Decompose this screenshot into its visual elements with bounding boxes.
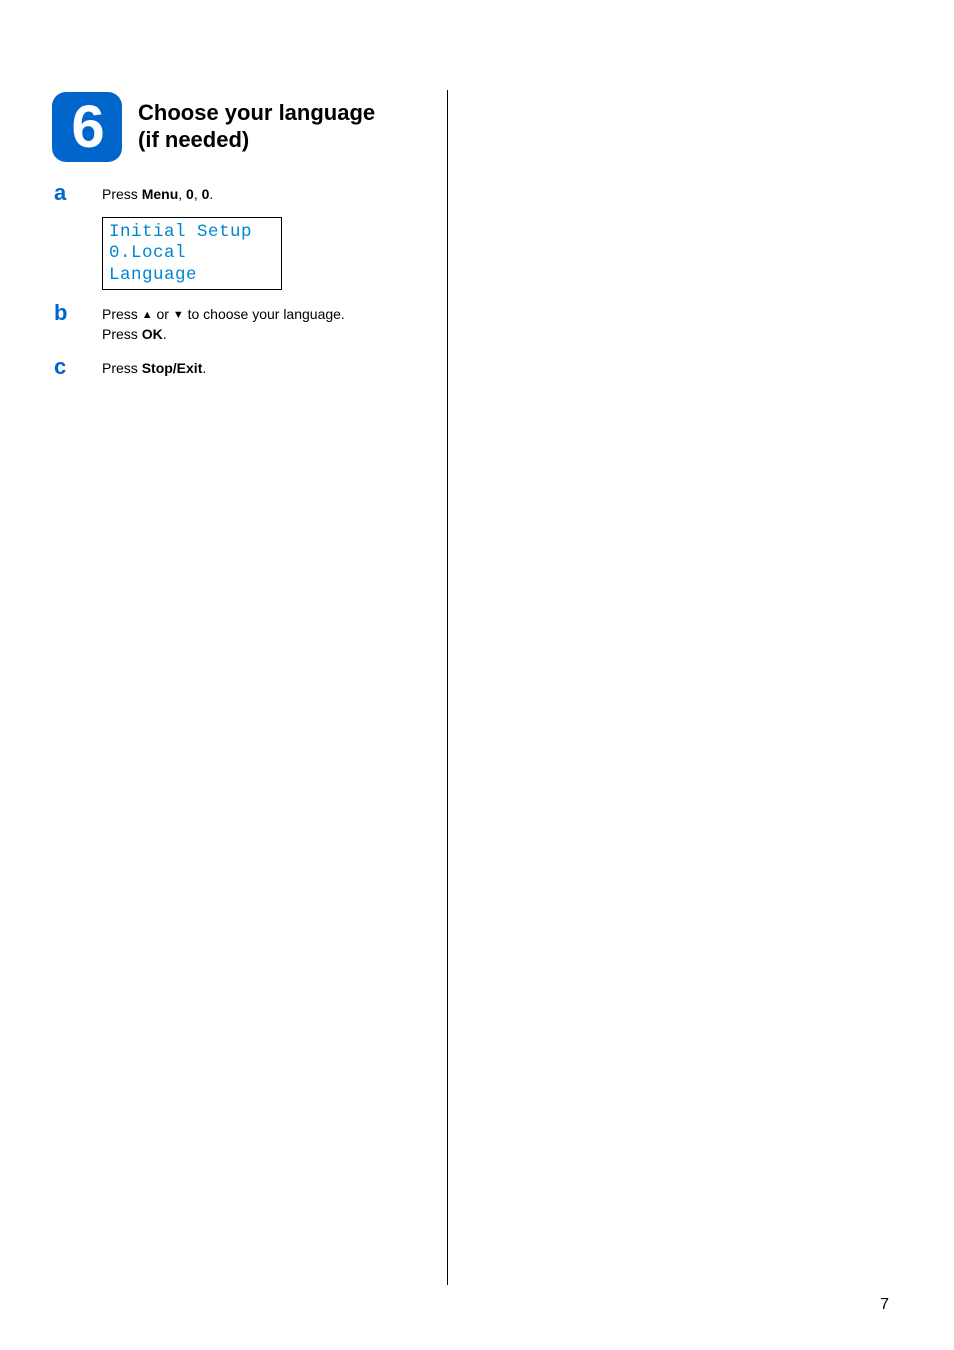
lcd-display: Initial Setup 0.Local Language bbox=[102, 217, 282, 291]
right-column bbox=[447, 90, 842, 1285]
down-arrow-icon: ▼ bbox=[173, 309, 184, 321]
text-stopexit: Stop/Exit bbox=[142, 360, 203, 376]
page-number: 7 bbox=[880, 1296, 889, 1314]
lcd-line1: Initial Setup bbox=[109, 222, 275, 244]
text-press-b2: Press bbox=[102, 326, 142, 342]
substep-a: a Press Menu, 0, 0. bbox=[52, 182, 429, 205]
text-comma2: , bbox=[194, 186, 202, 202]
text-press-a: Press bbox=[102, 186, 142, 202]
text-zero1: 0 bbox=[186, 186, 194, 202]
text-period-b: . bbox=[163, 326, 167, 342]
text-ok: OK bbox=[142, 326, 163, 342]
substep-letter-b: b bbox=[52, 302, 102, 324]
step-title-line1: Choose your language bbox=[138, 100, 375, 125]
text-period-a: . bbox=[209, 186, 213, 202]
text-press-c: Press bbox=[102, 360, 142, 376]
step-title-line2: (if needed) bbox=[138, 127, 249, 152]
text-or: or bbox=[153, 306, 173, 322]
text-comma1: , bbox=[178, 186, 186, 202]
substep-letter-c: c bbox=[52, 356, 102, 378]
substep-b: b Press ▲ or ▼ to choose your language. … bbox=[52, 302, 429, 344]
text-press-b: Press bbox=[102, 306, 142, 322]
lcd-line2: 0.Local Language bbox=[109, 243, 275, 287]
substep-letter-a: a bbox=[52, 182, 102, 204]
step-number-badge: 6 bbox=[52, 92, 122, 162]
step-header: 6 Choose your language (if needed) bbox=[52, 92, 429, 162]
text-menu: Menu bbox=[142, 186, 179, 202]
substep-body-a: Press Menu, 0, 0. bbox=[102, 182, 213, 205]
step-title: Choose your language (if needed) bbox=[138, 100, 375, 154]
substep-body-b: Press ▲ or ▼ to choose your language. Pr… bbox=[102, 302, 345, 344]
text-choose: to choose your language. bbox=[184, 306, 345, 322]
text-period-c: . bbox=[202, 360, 206, 376]
substep-body-c: Press Stop/Exit. bbox=[102, 356, 206, 379]
substep-c: c Press Stop/Exit. bbox=[52, 356, 429, 379]
up-arrow-icon: ▲ bbox=[142, 309, 153, 321]
step-number-text: 6 bbox=[71, 97, 102, 157]
